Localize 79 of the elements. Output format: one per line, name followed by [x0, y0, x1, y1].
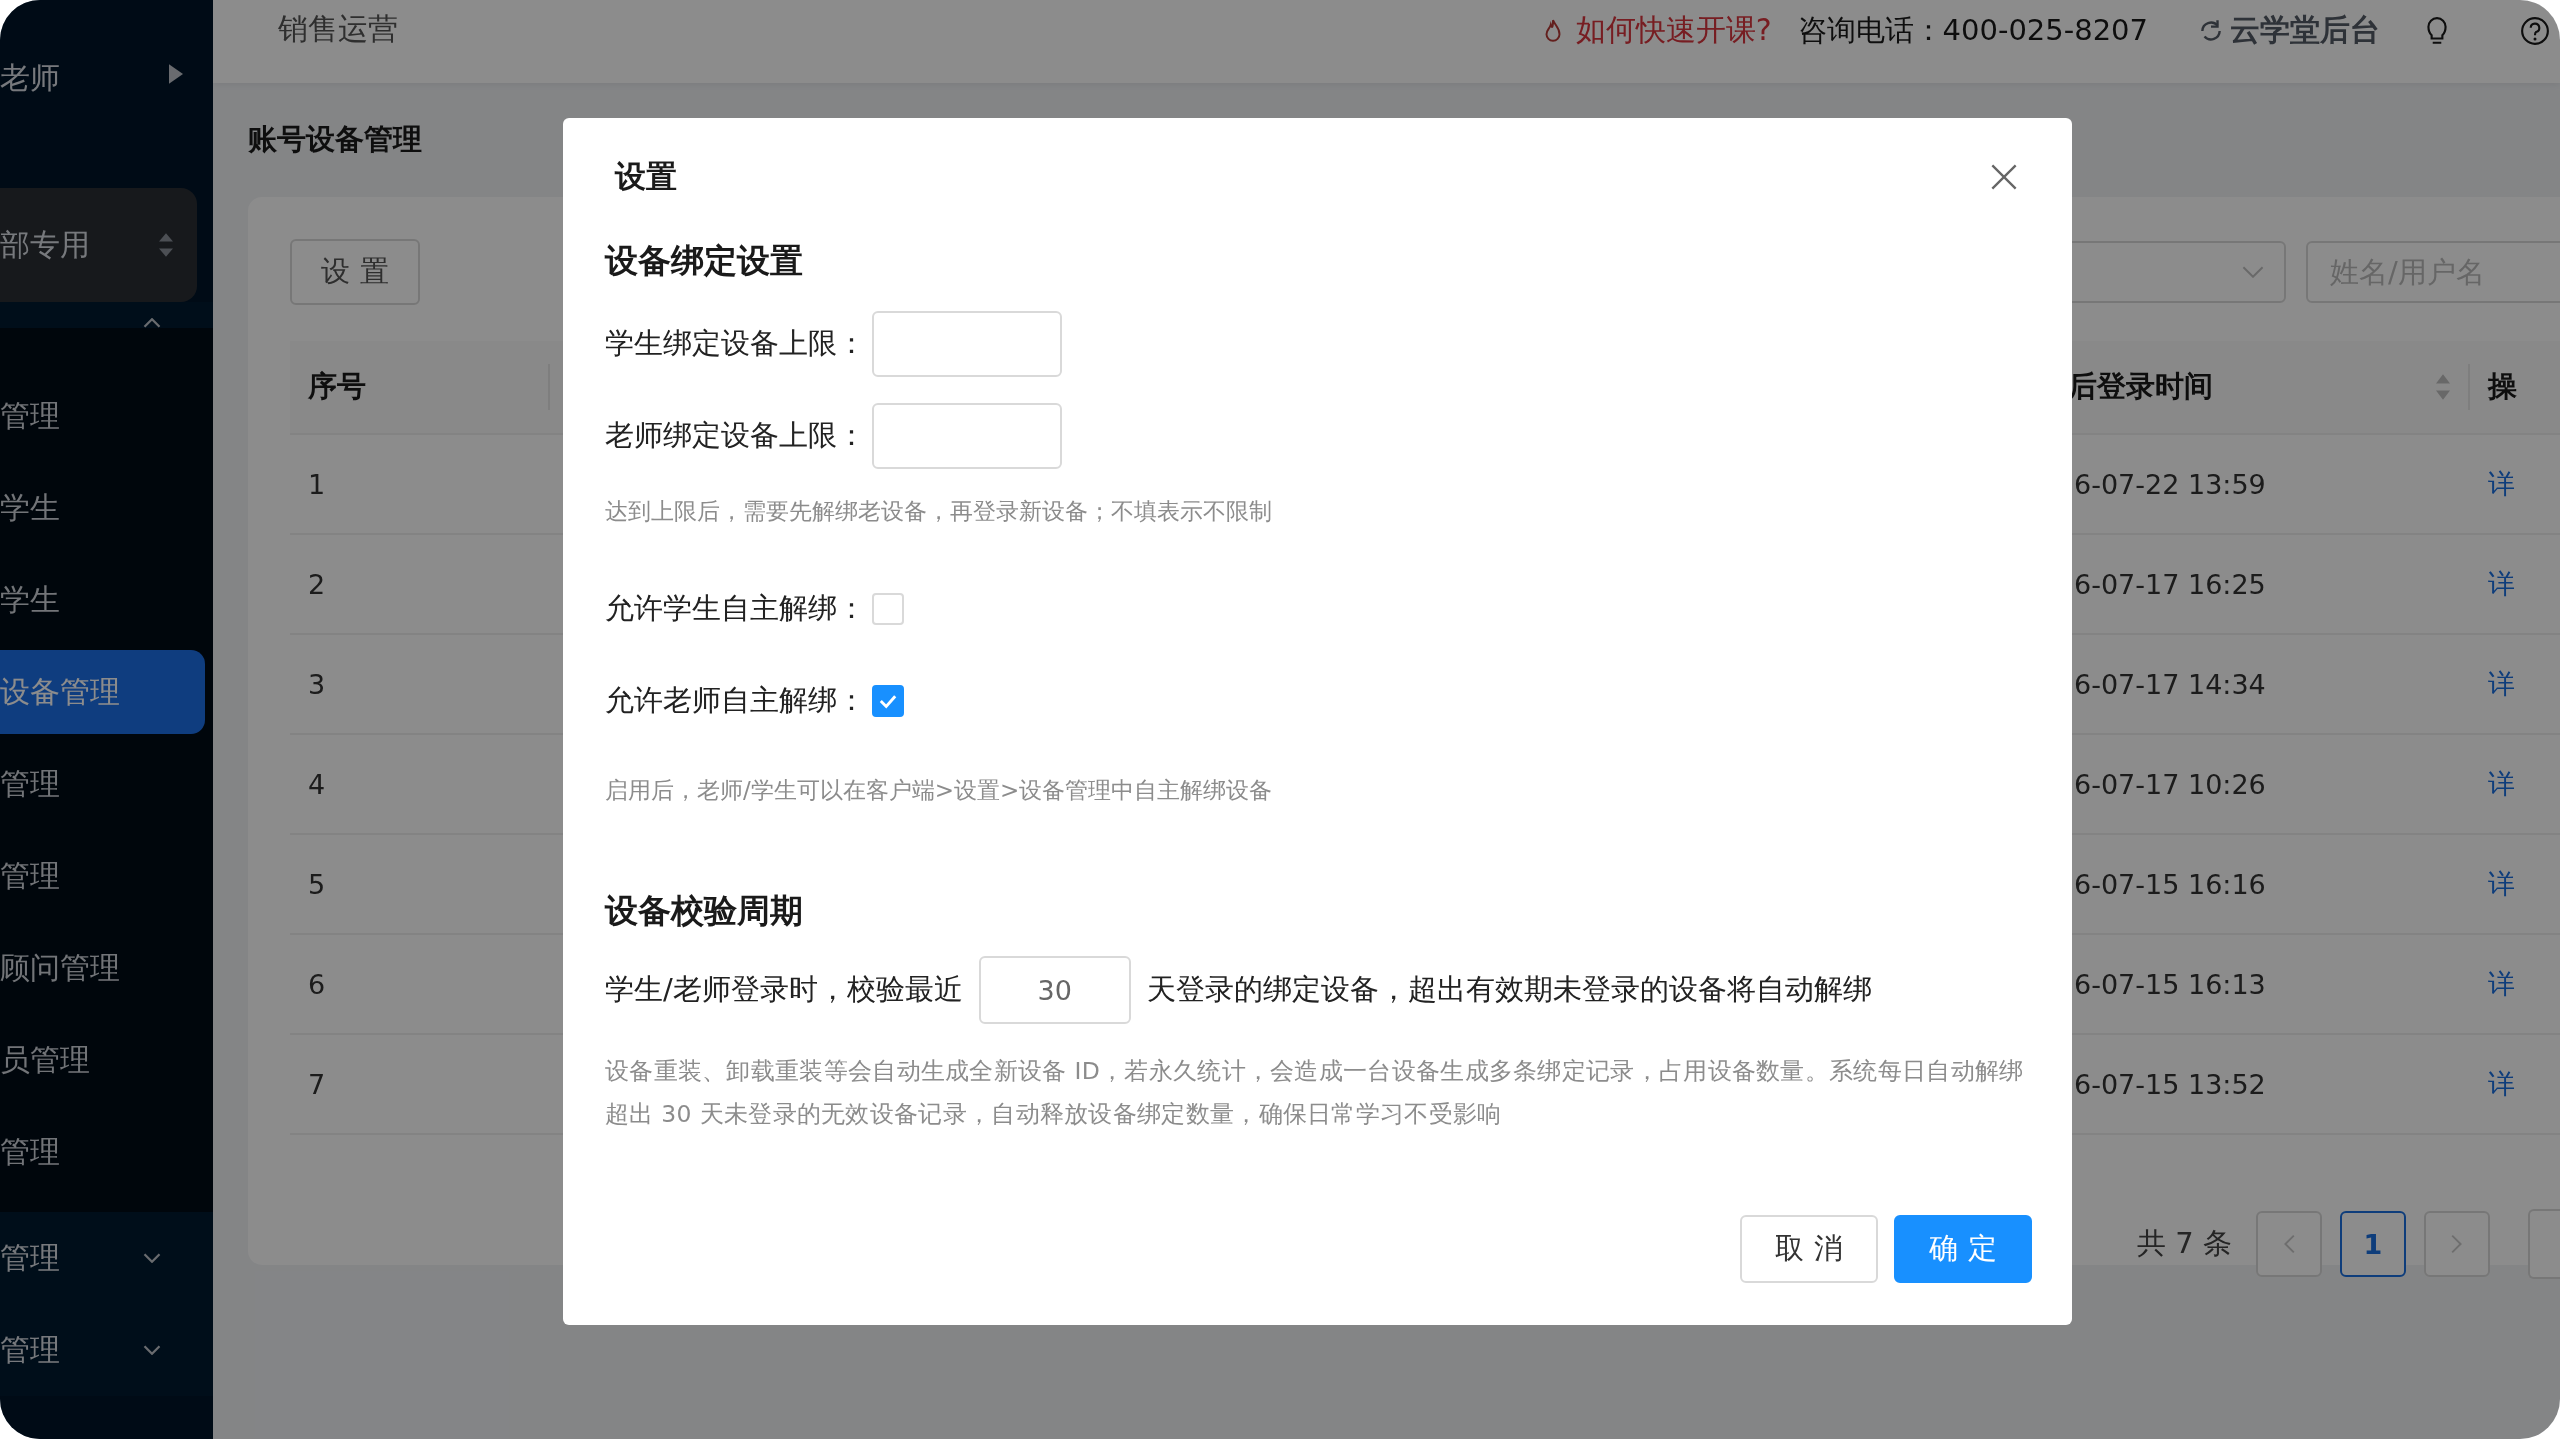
- table-cell: 6-07-17 16:25: [2074, 568, 2266, 600]
- page-button[interactable]: 1: [2340, 1211, 2406, 1277]
- details-link[interactable]: 详: [2488, 468, 2515, 499]
- table-cell: 1: [308, 468, 326, 500]
- section-heading: 设备绑定设置: [605, 239, 804, 282]
- field-label: 学生/老师登录时，校验最近: [605, 971, 963, 1008]
- org-switcher[interactable]: 部专用: [0, 188, 197, 302]
- hint-text: 达到上限后，需要先解绑老设备，再登录新设备；不填表示不限制: [605, 497, 1273, 526]
- table-cell: 6-07-15 13:52: [2074, 1068, 2266, 1100]
- table-cell: 6-07-17 10:26: [2074, 768, 2266, 800]
- menu-item[interactable]: 学生: [0, 462, 205, 554]
- cancel-button[interactable]: 取 消: [1740, 1215, 1878, 1283]
- table-cell: 5: [308, 868, 326, 900]
- details-link[interactable]: 详: [2488, 668, 2515, 699]
- dialog-title: 设置: [615, 157, 677, 196]
- field-label: 允许老师自主解绑：: [605, 682, 866, 719]
- table-cell: 7: [308, 1068, 326, 1100]
- section-heading: 设备校验周期: [605, 889, 804, 932]
- menu-item[interactable]: 管理: [0, 738, 205, 830]
- user-name[interactable]: 老师: [0, 58, 60, 99]
- menu-item[interactable]: 学生: [0, 554, 205, 646]
- help-link[interactable]: 如何快速开课?: [1539, 10, 1772, 51]
- menu-item[interactable]: 员管理: [0, 1014, 205, 1106]
- lightbulb-icon[interactable]: [2426, 15, 2448, 46]
- table-cell: 3: [308, 668, 326, 700]
- menu-item[interactable]: 管理: [0, 370, 205, 462]
- page-title: 账号设备管理: [248, 121, 422, 158]
- table-cell: 6-07-22 13:59: [2074, 468, 2266, 500]
- details-link[interactable]: 详: [2488, 968, 2515, 999]
- close-icon[interactable]: [1990, 163, 2018, 191]
- settings-button[interactable]: 设 置: [290, 239, 420, 305]
- table-cell: 6-07-15 16:16: [2074, 868, 2266, 900]
- column-header: 操: [2488, 368, 2517, 405]
- days-field[interactable]: 30: [978, 956, 1131, 1024]
- table-cell: 6-07-17 14:34: [2074, 668, 2266, 700]
- menu-item[interactable]: 管理: [0, 1106, 205, 1198]
- column-header: 序号: [308, 368, 366, 405]
- checkbox[interactable]: [872, 685, 904, 717]
- previous-page-button[interactable]: [2256, 1211, 2322, 1277]
- details-link[interactable]: 详: [2488, 868, 2515, 899]
- next-page-button[interactable]: [2424, 1211, 2490, 1277]
- menu-group[interactable]: 管理: [0, 1304, 213, 1396]
- chevron-right-icon: [2451, 1234, 2463, 1254]
- details-link[interactable]: 详: [2488, 568, 2515, 599]
- table-cell: 4: [308, 768, 326, 800]
- menu-item[interactable]: 顾问管理: [0, 922, 205, 1014]
- chevron-icon: [143, 1345, 161, 1355]
- total-count: 共 7 条: [2137, 1225, 2232, 1262]
- input-field[interactable]: [872, 403, 1062, 469]
- input-field[interactable]: [872, 311, 1062, 377]
- chevron-icon: [143, 1253, 161, 1263]
- menu-item[interactable]: 管理: [0, 830, 205, 922]
- sort-caret-icon: [159, 232, 173, 258]
- menu-item[interactable]: 设备管理: [0, 650, 205, 734]
- admin-link[interactable]: 云学堂后台: [2198, 10, 2380, 51]
- table-cell: 6: [308, 968, 326, 1000]
- hint-text: 启用后，老师/学生可以在客户端>设置>设备管理中自主解绑设备: [605, 776, 1274, 805]
- hotline-text: 咨询电话：400-025-8207: [1797, 11, 2148, 49]
- details-link[interactable]: 详: [2488, 768, 2515, 799]
- menu-group[interactable]: 管理: [0, 1212, 213, 1304]
- field-label: 天登录的绑定设备，超出有效期未登录的设备将自动解绑: [1146, 971, 1872, 1008]
- table-cell: 6-07-15 16:13: [2074, 968, 2266, 1000]
- confirm-button[interactable]: 确 定: [1894, 1215, 2032, 1283]
- field-label: 允许学生自主解绑：: [605, 590, 866, 627]
- sort-icon[interactable]: [2436, 374, 2450, 400]
- details-link[interactable]: 详: [2488, 1068, 2515, 1099]
- field-label: 老师绑定设备上限：: [605, 417, 866, 454]
- column-header: 后登录时间: [2068, 368, 2213, 405]
- caret-right-icon[interactable]: [169, 64, 183, 84]
- sync-icon: [2198, 17, 2224, 44]
- chevron-left-icon: [2283, 1234, 2295, 1254]
- help-icon[interactable]: [2520, 15, 2550, 46]
- chevron-icon: [143, 318, 161, 328]
- menu-group[interactable]: [0, 302, 213, 328]
- field-label: 学生绑定设备上限：: [605, 325, 866, 362]
- note-text: 设备重装、卸载重装等会自动生成全新设备 ID，若永久统计，会造成一台设备生成多条绑定记录，占用设备数量。系统每日自动解绑超出 30 天未登录的无效设备记录，自动释放设备绑定数量，确保日常学习不受影响: [605, 1056, 2025, 1130]
- chevron-down-icon: [2242, 266, 2264, 278]
- breadcrumb[interactable]: 销售运营: [278, 9, 398, 50]
- table-cell: 2: [308, 568, 326, 600]
